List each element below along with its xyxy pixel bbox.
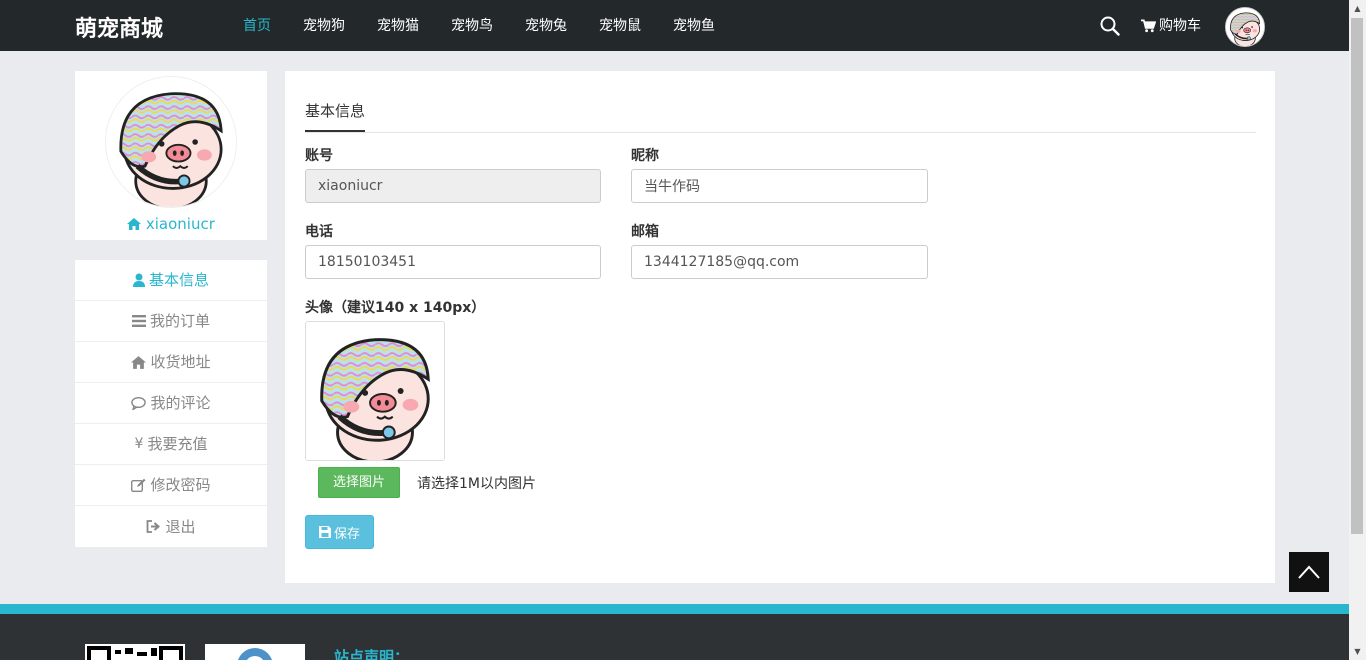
footer-stripe [0,604,1349,614]
menu-item-orders[interactable]: 我的订单 [75,301,267,342]
menu-item-recharge[interactable]: ¥ 我要充值 [75,424,267,465]
tab-basic-info[interactable]: 基本信息 [305,101,365,132]
cart-label: 购物车 [1159,17,1201,34]
comment-icon [131,396,147,410]
search-icon[interactable] [1100,16,1120,36]
phone-label: 电话 [305,224,333,240]
main-nav: 首页 宠物狗 宠物猫 宠物鸟 宠物兔 宠物鼠 宠物鱼 [230,0,734,51]
scroll-down-arrow-icon[interactable]: ▼ [1349,643,1366,660]
profile-card: xiaoniucr [75,71,267,240]
edit-icon [131,478,146,492]
user-avatar[interactable] [1225,7,1265,47]
back-to-top-button[interactable] [1289,552,1329,592]
nav-item-dogs[interactable]: 宠物狗 [290,0,358,51]
account-menu: 基本信息 我的订单 收货地址 我的评论 ¥ 我要充值 修改密码 退出 [75,260,267,547]
chevron-up-icon [1298,565,1320,579]
basic-info-panel: 基本信息 账号 昵称 电话 邮箱 头像（建议140 x 140px） 选择图片 … [285,71,1275,583]
user-icon [132,273,145,287]
menu-item-basic-info[interactable]: 基本信息 [75,260,267,301]
email-label: 邮箱 [631,224,659,240]
cart-link[interactable]: 购物车 [1141,0,1201,51]
nickname-label: 昵称 [631,148,659,164]
nickname-field[interactable] [631,169,928,203]
qr-code-image-2 [205,644,305,660]
save-button[interactable]: 保存 [305,515,374,549]
menu-item-change-password[interactable]: 修改密码 [75,465,267,506]
account-label: 账号 [305,148,333,164]
account-field[interactable] [305,169,601,203]
shopping-cart-icon [1141,19,1156,32]
menu-item-comments[interactable]: 我的评论 [75,383,267,424]
scroll-up-arrow-icon[interactable]: ▲ [1349,0,1366,17]
nav-item-mice[interactable]: 宠物鼠 [586,0,654,51]
phone-field[interactable] [305,245,601,279]
yen-icon: ¥ [134,436,144,452]
nav-item-birds[interactable]: 宠物鸟 [438,0,506,51]
menu-item-address[interactable]: 收货地址 [75,342,267,383]
avatar-preview [305,321,445,461]
profile-username[interactable]: xiaoniucr [75,215,267,233]
nav-item-home[interactable]: 首页 [230,0,284,51]
profile-avatar [105,76,237,208]
image-size-hint: 请选择1M以内图片 [417,476,536,492]
save-icon [318,526,331,538]
brand-logo[interactable]: 萌宠商城 [75,11,163,43]
menu-item-logout[interactable]: 退出 [75,506,267,547]
footer: 站点声明： [0,614,1349,660]
tab-bar: 基本信息 [305,71,1256,133]
home-icon [127,218,142,230]
sign-out-icon [146,520,161,533]
nav-item-cats[interactable]: 宠物猫 [364,0,432,51]
nav-item-rabbits[interactable]: 宠物兔 [512,0,580,51]
list-icon [131,315,146,327]
qr-code-image [85,644,185,660]
home-icon [131,355,147,369]
email-field[interactable] [631,245,928,279]
top-navbar: 萌宠商城 首页 宠物狗 宠物猫 宠物鸟 宠物兔 宠物鼠 宠物鱼 购物车 [0,0,1349,51]
page-scrollbar[interactable]: ▲ ▼ [1349,0,1366,660]
scroll-thumb[interactable] [1351,18,1363,534]
nav-item-fish[interactable]: 宠物鱼 [660,0,728,51]
footer-site-statement: 站点声明： [334,648,410,660]
avatar-label: 头像（建议140 x 140px） [305,300,486,316]
choose-image-button[interactable]: 选择图片 [318,467,400,498]
